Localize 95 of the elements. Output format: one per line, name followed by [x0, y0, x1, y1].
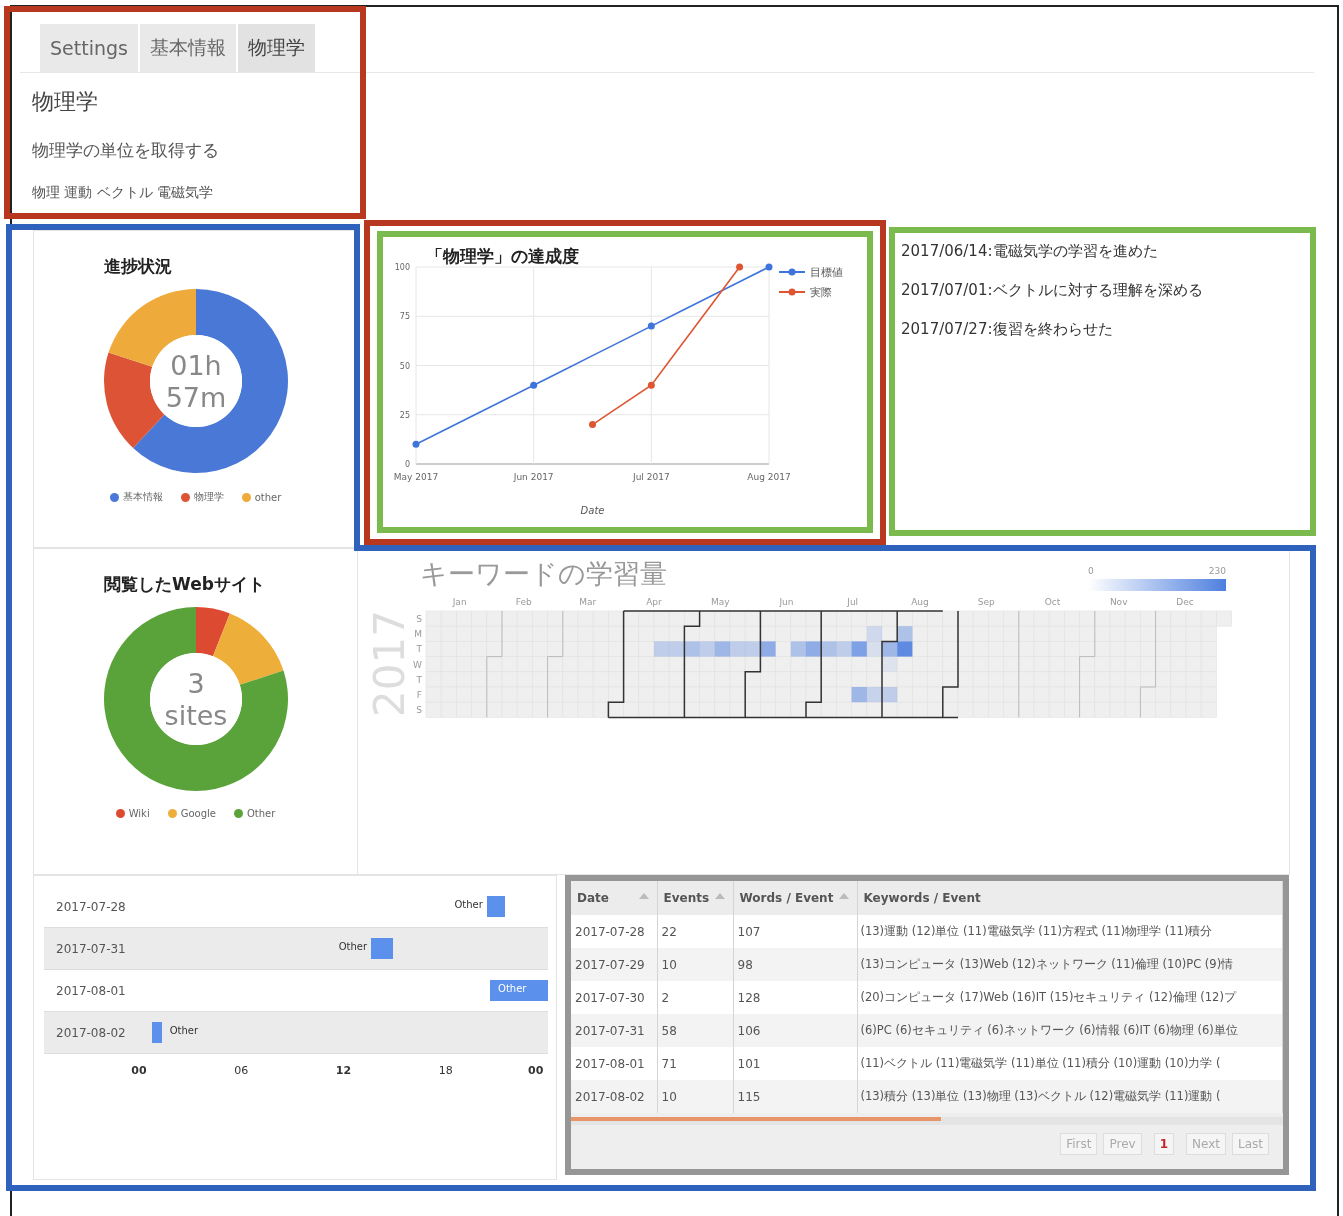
chart-title: 閲覧したWebサイト [104, 573, 265, 596]
point [647, 322, 655, 330]
legend-item: other [241, 490, 282, 504]
axis-tick-label: 06 [234, 1064, 249, 1077]
timeline-bar [490, 980, 548, 1001]
axis-tick-label: Jun 2017 [513, 472, 554, 482]
keyword-tags: 物理 運動 ベクトル 電磁気学 [32, 184, 1302, 202]
month-label: Oct [1044, 597, 1061, 607]
weekday-label: W [413, 659, 422, 670]
tab[interactable]: 物理学 [237, 24, 315, 72]
timeline-bar [151, 1022, 162, 1043]
donut-center-text: 57m [165, 382, 226, 413]
axis-tick-label: 25 [399, 410, 410, 420]
legend-item: Other [233, 808, 276, 819]
axis-tick-label: Jul 2017 [633, 472, 670, 482]
chart-title: 「物理学」の達成度 [426, 246, 579, 266]
table-cell: (13)積分 (13)単位 (13)物理 (13)ベクトル (12)電磁気学 (11)運動 ( [857, 1080, 1283, 1113]
axis-tick-label: Aug 2017 [747, 472, 791, 482]
month-label: Jan [452, 597, 467, 607]
point [412, 440, 420, 448]
month-label: Apr [646, 597, 662, 607]
donut-center-text: 01h [169, 350, 222, 381]
bar-label: Other [498, 983, 527, 994]
column-header[interactable]: Date [571, 881, 657, 915]
row-date: 2017-08-02 [55, 1025, 127, 1040]
scale-label: 0 [1088, 566, 1094, 576]
sort-icon [638, 893, 649, 899]
subject-title: 物理学 [32, 88, 99, 116]
axis-title: Date [580, 505, 605, 516]
tab[interactable]: 基本情報 [139, 24, 236, 72]
sort-icon [714, 893, 725, 899]
month-label: Sep [977, 597, 995, 607]
table-cell: 115 [733, 1080, 857, 1113]
weekday-label: F [416, 690, 422, 700]
axis-tick-label: 0 [404, 460, 410, 469]
scale-label: 230 [1208, 566, 1226, 576]
axis-tick-label: 00 [131, 1064, 147, 1077]
donut-center-text: sites [164, 700, 227, 731]
row-date: 2017-08-01 [55, 983, 127, 998]
weekday-label: T [416, 644, 422, 655]
page-button[interactable]: 1 [1153, 1133, 1175, 1155]
goal-text: 物理学の単位を取得する [32, 139, 220, 162]
legend-item: 基本情報 [109, 490, 163, 504]
row-date: 2017-07-31 [55, 941, 127, 956]
table-cell: 2017-08-02 [571, 1080, 657, 1113]
note-text: 2017/07/01:ベクトルに対する理解を深める [901, 281, 1204, 300]
timeline-bar [486, 896, 505, 917]
axis-tick-label: May 2017 [393, 472, 439, 482]
legend-label: 実際 [810, 286, 832, 299]
legend-label: 目標値 [810, 266, 843, 279]
weekday-label: M [414, 629, 422, 640]
month-label: Dec [1176, 597, 1194, 607]
axis-tick-label: 75 [399, 312, 410, 322]
axis-tick-label: 50 [399, 361, 410, 371]
note-text: 2017/07/27:復習を終わらせた [901, 320, 1114, 339]
month-label: May [710, 597, 730, 607]
row-date: 2017-07-28 [55, 899, 127, 914]
month-label: Jun [779, 597, 794, 607]
tab[interactable]: Settings [40, 24, 138, 72]
legend-item: Wiki [115, 808, 150, 819]
axis-tick-label: 12 [335, 1064, 352, 1077]
weekday-label: T [416, 674, 422, 685]
legend-item: 物理学 [180, 490, 224, 504]
point [530, 381, 538, 389]
bar-label: Other [454, 899, 483, 910]
bar-label: Other [169, 1025, 199, 1036]
weekday-label: S [416, 614, 422, 624]
heatmap-title: キーワードの学習量 [420, 558, 667, 589]
timeline-bar [371, 938, 393, 959]
chart-title: 進捗状況 [104, 255, 172, 278]
axis-tick-label: 00 [528, 1064, 544, 1077]
month-label: Nov [1109, 597, 1128, 607]
column-header[interactable]: Keywords / Event [857, 881, 1283, 915]
legend-item: Google [167, 808, 216, 819]
weekday-label: S [416, 705, 422, 716]
legend-line-icon [778, 268, 806, 276]
note-text: 2017/06/14:電磁気学の学習を進めた [901, 242, 1159, 261]
horizontal-scrollbar[interactable] [571, 1117, 1283, 1125]
donut-center-text: 3 [186, 668, 205, 699]
axis-tick-label: 100 [394, 263, 410, 272]
column-header[interactable]: Events [657, 881, 733, 915]
table-cell: 10 [657, 1080, 733, 1113]
point [647, 381, 655, 389]
month-label: Aug [911, 597, 929, 607]
month-label: Mar [579, 597, 597, 607]
point [736, 263, 744, 271]
month-label: Feb [515, 597, 532, 607]
point [589, 421, 596, 429]
sort-icon [838, 893, 849, 899]
legend-line-icon [778, 288, 806, 296]
point [765, 263, 773, 271]
month-label: Jul [847, 597, 859, 607]
column-header[interactable]: Words / Event [733, 881, 857, 915]
axis-tick-label: 18 [438, 1064, 453, 1077]
bar-label: Other [338, 941, 368, 952]
